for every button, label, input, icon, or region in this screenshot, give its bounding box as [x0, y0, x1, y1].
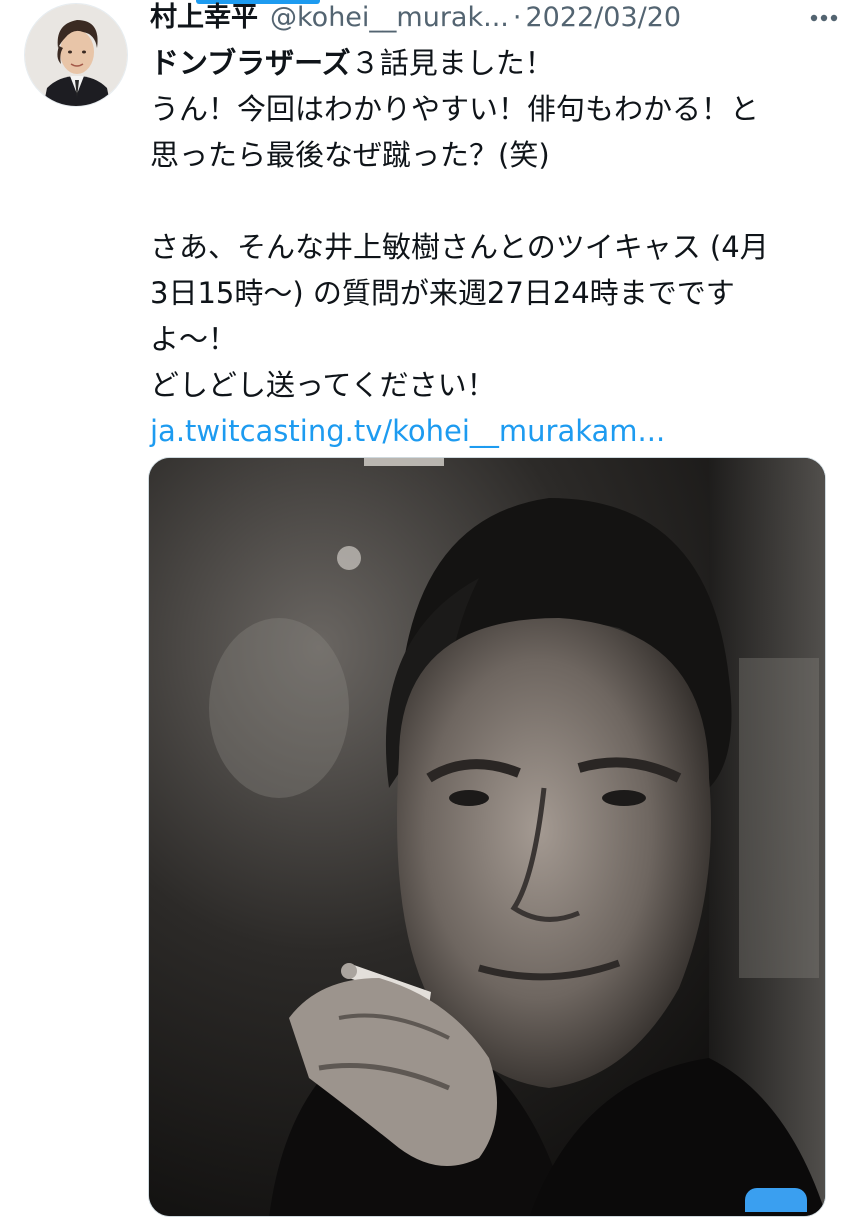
tweet-line: 3日15時〜) の質問が来週27日24時までです [150, 276, 735, 310]
tweet-line: うん！今回はわかりやすい！俳句もわかる！と [150, 92, 760, 126]
media-badge [745, 1188, 807, 1212]
author-handle[interactable]: @kohei__murak... [270, 0, 509, 36]
paragraph-break [150, 178, 840, 224]
header-separator: · [512, 2, 522, 33]
avatar[interactable] [24, 3, 128, 107]
tweet-header: 村上幸平 @kohei__murak... · 2022/03/20 [150, 0, 850, 36]
tweet-text: ドンブラザーズ３話見ました！ うん！今回はわかりやすい！俳句もわかる！と 思った… [150, 40, 840, 454]
tweet-line-text: ３話見ました！ [350, 46, 554, 80]
author-name[interactable]: 村上幸平 [150, 0, 258, 36]
tweet-line: よ〜！ [150, 322, 238, 356]
hashtag-text[interactable]: ドンブラザーズ [150, 46, 351, 80]
avatar-image [25, 4, 127, 106]
tweet-photo[interactable] [148, 457, 826, 1217]
more-horizontal-icon[interactable] [807, 2, 841, 34]
tweet-date[interactable]: 2022/03/20 [525, 0, 681, 36]
tweet-line: さあ、そんな井上敏樹さんとのツイキャス (4月 [150, 230, 769, 264]
tweet-link[interactable]: ja.twitcasting.tv/kohei__murakam... [150, 414, 665, 448]
photo-icon [149, 458, 825, 1216]
tweet-line: 思ったら最後なぜ蹴った？(笑) [150, 138, 550, 172]
tweet-line: どしどし送ってください！ [150, 368, 496, 402]
tweet-line: ドンブラザーズ３話見ました！ [150, 40, 840, 86]
